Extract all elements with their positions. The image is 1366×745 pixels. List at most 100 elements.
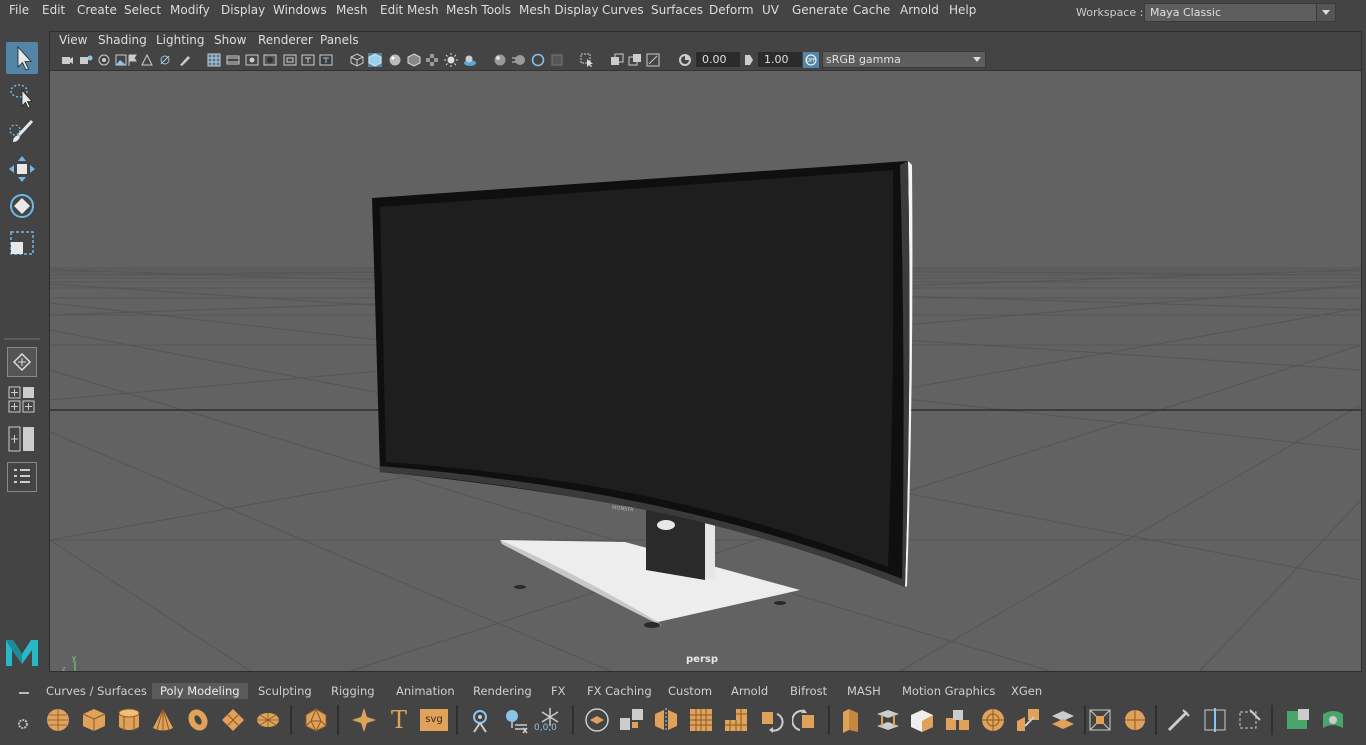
circularize-icon[interactable] xyxy=(979,706,1007,734)
shelf-tab-fx-caching[interactable]: FX Caching xyxy=(587,683,652,699)
poly-platonic-icon[interactable] xyxy=(302,706,330,734)
use-all-lights-icon[interactable] xyxy=(444,53,458,67)
offset-edge-loop-icon[interactable] xyxy=(1236,706,1264,734)
menu-edit-mesh[interactable]: Edit Mesh xyxy=(380,3,439,17)
viewport-panel[interactable]: View Shading Lighting Show Renderer Pane… xyxy=(49,31,1362,672)
menu-cache[interactable]: Cache xyxy=(853,3,890,17)
bevel-icon[interactable] xyxy=(908,706,936,734)
poly-cylinder-icon[interactable] xyxy=(115,706,143,734)
shelf-tab-curves-surfaces[interactable]: Curves / Surfaces xyxy=(46,683,147,699)
mirror-icon[interactable] xyxy=(652,706,680,734)
reduce-icon[interactable] xyxy=(722,706,750,734)
menu-file[interactable]: File xyxy=(9,3,29,17)
connect-icon[interactable] xyxy=(1049,706,1077,734)
resolution-gate-icon[interactable] xyxy=(245,53,259,67)
poly-cone-icon[interactable] xyxy=(149,706,177,734)
poly-cube-icon[interactable] xyxy=(80,706,108,734)
safe-title-icon[interactable] xyxy=(319,53,333,67)
shelf-tab-custom[interactable]: Custom xyxy=(668,683,712,699)
camera-attributes-icon[interactable] xyxy=(79,53,93,67)
poly-svg-tool[interactable]: svg xyxy=(420,709,448,731)
bevel-edges-icon[interactable] xyxy=(943,706,971,734)
panel-menu-shading[interactable]: Shading xyxy=(98,33,147,47)
workspace-select[interactable]: Maya Classic xyxy=(1144,3,1336,22)
bridge-icon[interactable] xyxy=(874,706,902,734)
grid-icon[interactable] xyxy=(207,53,221,67)
shadows-icon[interactable] xyxy=(463,53,477,67)
menu-select[interactable]: Select xyxy=(124,3,161,17)
shelf-menu-icon[interactable] xyxy=(19,692,29,694)
rotate-tool-button[interactable] xyxy=(6,190,38,222)
menu-edit[interactable]: Edit xyxy=(42,3,65,17)
safe-action-icon[interactable] xyxy=(301,53,315,67)
paint-select-tool-button[interactable] xyxy=(6,116,38,148)
menu-mesh-tools[interactable]: Mesh Tools xyxy=(446,3,511,17)
exposure-icon[interactable] xyxy=(678,53,692,67)
panel-menu-show[interactable]: Show xyxy=(214,33,246,47)
extract-icon[interactable] xyxy=(1121,706,1149,734)
menu-display[interactable]: Display xyxy=(221,3,265,17)
combine-icon[interactable] xyxy=(583,706,611,734)
lasso-tool-button[interactable] xyxy=(6,79,38,111)
anti-aliasing-icon[interactable] xyxy=(531,53,545,67)
super-shape-icon[interactable] xyxy=(350,706,378,734)
multi-cut-icon[interactable] xyxy=(1165,706,1193,734)
collapse-icon[interactable] xyxy=(1014,706,1042,734)
sweep-mesh-icon[interactable] xyxy=(466,706,494,734)
panel-menu-panels[interactable]: Panels xyxy=(320,33,359,47)
ambient-occlusion-icon[interactable] xyxy=(493,53,507,67)
color-management-icon[interactable]: OFF xyxy=(803,52,819,68)
pencil-icon[interactable] xyxy=(177,53,191,67)
poly-plane-icon[interactable] xyxy=(219,706,247,734)
remesh-icon[interactable] xyxy=(757,706,785,734)
menu-mesh[interactable]: Mesh xyxy=(336,3,368,17)
menu-curves[interactable]: Curves xyxy=(602,3,644,17)
detach-icon[interactable] xyxy=(1086,706,1114,734)
shelf-tab-poly-modeling[interactable]: Poly Modeling xyxy=(152,683,248,699)
select-tool-button[interactable] xyxy=(6,42,38,74)
uv-unfold-icon[interactable] xyxy=(1319,706,1347,734)
shelf-tab-motion-graphics[interactable]: Motion Graphics xyxy=(902,683,995,699)
extrude-icon[interactable] xyxy=(838,706,866,734)
scale-tool-button[interactable] xyxy=(6,227,38,259)
flag-icon[interactable] xyxy=(125,53,139,67)
grid-toggle-icon[interactable] xyxy=(140,53,154,67)
shelf-tab-xgen[interactable]: XGen xyxy=(1011,683,1042,699)
depth-of-field-icon[interactable] xyxy=(550,53,564,67)
motion-blur-icon[interactable] xyxy=(512,53,526,67)
scene-canvas[interactable]: MONSTA y x z xyxy=(50,70,1361,671)
gate-mask-icon[interactable] xyxy=(263,53,277,67)
menu-generate[interactable]: Generate xyxy=(792,3,848,17)
shelf-tab-sculpting[interactable]: Sculpting xyxy=(258,683,312,699)
isolate-select-icon[interactable] xyxy=(580,53,594,67)
menu-deform[interactable]: Deform xyxy=(709,3,754,17)
menu-uv[interactable]: UV xyxy=(762,3,779,17)
four-view-layout-button[interactable] xyxy=(8,386,36,414)
gamma-field[interactable]: 1.00 xyxy=(758,52,802,67)
color-space-select[interactable]: sRGB gamma xyxy=(822,51,986,68)
shelf-tab-rendering[interactable]: Rendering xyxy=(473,683,532,699)
panel-menu-lighting[interactable]: Lighting xyxy=(156,33,205,47)
xray-icon[interactable] xyxy=(610,53,624,67)
panel-menu-view[interactable]: View xyxy=(59,33,87,47)
shelf-tab-arnold[interactable]: Arnold xyxy=(731,683,768,699)
menu-mesh-display[interactable]: Mesh Display xyxy=(519,3,599,17)
menu-modify[interactable]: Modify xyxy=(170,3,210,17)
default-material-icon[interactable] xyxy=(388,53,402,67)
menu-windows[interactable]: Windows xyxy=(273,3,327,17)
shelf-tab-animation[interactable]: Animation xyxy=(396,683,455,699)
separate-icon[interactable] xyxy=(618,706,646,734)
wireframe-on-shaded-icon[interactable] xyxy=(407,53,421,67)
shelf-tab-fx[interactable]: FX xyxy=(551,683,566,699)
camera-select-icon[interactable] xyxy=(60,53,74,67)
retopologize-icon[interactable] xyxy=(792,706,820,734)
two-view-layout-button[interactable] xyxy=(8,425,36,453)
smooth-icon[interactable] xyxy=(687,706,715,734)
menu-arnold[interactable]: Arnold xyxy=(900,3,939,17)
smooth-shade-icon[interactable] xyxy=(368,53,382,67)
move-tool-button[interactable] xyxy=(6,153,38,185)
shelf-tab-bifrost[interactable]: Bifrost xyxy=(790,683,827,699)
uv-editor-icon[interactable] xyxy=(1284,706,1312,734)
poly-disc-icon[interactable] xyxy=(254,706,282,734)
textured-icon[interactable] xyxy=(425,53,439,67)
